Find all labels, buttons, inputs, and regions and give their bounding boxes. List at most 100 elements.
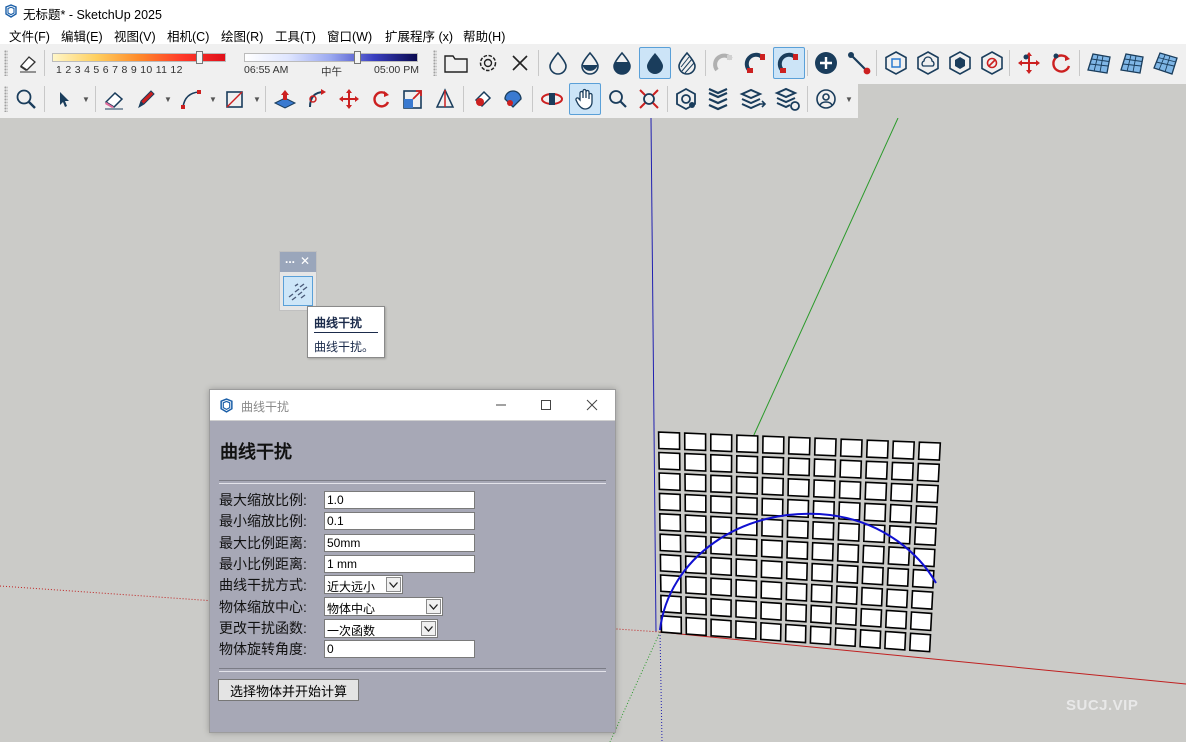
box-component[interactable] (884, 630, 907, 651)
box-component[interactable] (760, 601, 783, 621)
chevron-down-icon[interactable]: ▼ (209, 95, 217, 104)
hex-forbidden-icon[interactable] (977, 48, 1007, 78)
box-component[interactable] (836, 564, 859, 584)
box-component[interactable] (810, 583, 833, 604)
box-component[interactable] (909, 611, 933, 632)
x-icon[interactable] (505, 48, 535, 78)
menu-help[interactable]: 帮助(H) (463, 26, 505, 45)
box-component[interactable] (884, 609, 908, 630)
box-component[interactable] (709, 453, 733, 473)
box-component[interactable] (812, 479, 836, 499)
box-component[interactable] (761, 518, 784, 538)
menu-camera[interactable]: 相机(C) (167, 26, 209, 45)
box-component[interactable] (760, 539, 784, 559)
box-component[interactable] (915, 483, 939, 504)
max-scale-input[interactable] (324, 491, 475, 509)
select-and-compute-button[interactable]: 选择物体并开始计算 (218, 679, 359, 701)
box-component[interactable] (684, 452, 707, 472)
gear-icon[interactable] (473, 48, 503, 78)
magnet-broken-icon[interactable] (709, 48, 739, 78)
box-component[interactable] (761, 456, 785, 476)
box-component[interactable] (835, 585, 858, 606)
box-component[interactable] (811, 562, 834, 583)
box-component[interactable] (709, 433, 733, 453)
close-button[interactable] (569, 390, 615, 420)
box-component[interactable] (787, 436, 811, 456)
hex-cube-icon[interactable] (881, 48, 911, 78)
min-distance-input[interactable] (324, 555, 475, 573)
menu-view[interactable]: 视图(V) (114, 26, 156, 45)
box-component[interactable] (787, 457, 811, 477)
dialog-titlebar[interactable]: 曲线干扰 (210, 390, 615, 421)
box-component[interactable] (888, 524, 912, 545)
user-icon[interactable] (811, 84, 841, 114)
box-component[interactable] (863, 502, 887, 523)
line-connect-icon[interactable] (844, 48, 874, 78)
tape-icon[interactable] (430, 84, 460, 114)
move-red-icon[interactable] (1014, 48, 1044, 78)
box-component[interactable] (859, 628, 882, 649)
shadow-time-slider[interactable] (244, 53, 418, 62)
box-component[interactable] (834, 627, 857, 648)
box-component[interactable] (865, 439, 889, 459)
box-component[interactable] (813, 437, 837, 457)
box-component[interactable] (809, 625, 832, 646)
eraser-icon[interactable] (99, 84, 129, 114)
drop-hatched-icon[interactable] (672, 48, 702, 78)
box-component[interactable] (735, 620, 757, 640)
rotate-icon[interactable] (366, 84, 396, 114)
box-component[interactable] (735, 558, 758, 578)
box-component[interactable] (865, 460, 889, 480)
paint-icon[interactable] (468, 84, 498, 114)
toolbar-grip[interactable] (433, 50, 437, 76)
chevron-down-icon[interactable] (421, 621, 436, 636)
layers-arrow-icon[interactable] (738, 84, 768, 114)
chevron-down-icon[interactable]: ▼ (164, 95, 172, 104)
max-distance-input[interactable] (324, 534, 475, 552)
box-component[interactable] (659, 533, 682, 553)
box-component[interactable] (785, 582, 808, 602)
box-component[interactable] (684, 493, 707, 513)
box-component[interactable] (910, 589, 934, 610)
box-component[interactable] (761, 497, 784, 517)
box-component[interactable] (710, 536, 733, 556)
menu-edit[interactable]: 编辑(E) (61, 26, 103, 45)
followme-icon[interactable] (302, 84, 332, 114)
zoom-extents-icon[interactable] (634, 84, 664, 114)
box-component[interactable] (786, 540, 809, 560)
maximize-button[interactable] (523, 390, 569, 420)
box-component[interactable] (735, 496, 758, 516)
rotate-red-icon[interactable] (1046, 48, 1076, 78)
box-component[interactable] (811, 520, 835, 541)
box-component[interactable] (761, 435, 785, 455)
floating-toolbar-header[interactable]: ... ✕ (280, 252, 316, 272)
curve-interference-button[interactable] (283, 276, 313, 306)
layers-icon[interactable] (703, 84, 733, 114)
menu-tools[interactable]: 工具(T) (275, 26, 316, 45)
box-component[interactable] (914, 505, 938, 525)
interference-mode-select[interactable]: 近大远小 (324, 575, 403, 594)
chevron-down-icon[interactable]: ▼ (82, 95, 90, 104)
move-icon[interactable] (334, 84, 364, 114)
box-component[interactable] (861, 565, 884, 586)
box-component[interactable] (684, 514, 707, 534)
box-component[interactable] (836, 543, 860, 563)
box-component[interactable] (835, 606, 858, 627)
box-component[interactable] (886, 567, 910, 588)
box-component[interactable] (811, 541, 834, 562)
drop-full-icon[interactable] (607, 48, 637, 78)
box-component[interactable] (837, 522, 861, 542)
box-component[interactable] (913, 526, 937, 547)
box-component[interactable] (838, 480, 862, 500)
box-component[interactable] (787, 477, 810, 498)
box-component[interactable] (710, 618, 732, 639)
drop-half-icon[interactable] (575, 48, 605, 78)
box-component[interactable] (710, 597, 732, 618)
rectangle-icon[interactable] (220, 84, 250, 114)
magnet-icon[interactable] (741, 48, 771, 78)
toolbar-grip[interactable] (4, 50, 8, 76)
box-component[interactable] (785, 602, 808, 623)
box-component[interactable] (887, 546, 911, 566)
box-component[interactable] (760, 580, 783, 601)
box-component[interactable] (859, 607, 883, 628)
